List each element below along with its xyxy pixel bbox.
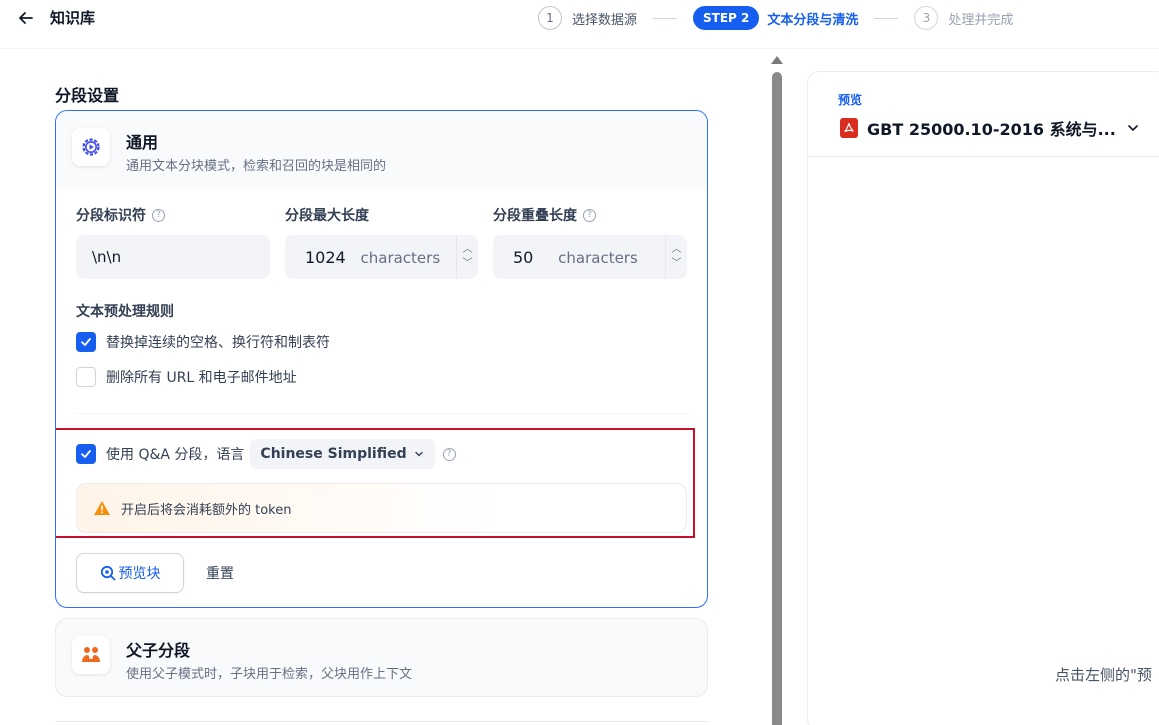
separator-label: 分段标识符 ? bbox=[76, 205, 165, 225]
document-name: GBT 25000.10-2016 系统与... bbox=[867, 120, 1116, 139]
page-title: 知识库 bbox=[50, 9, 96, 27]
max-length-label: 分段最大长度 bbox=[285, 205, 369, 225]
overlap-stepper[interactable]: ︿ ﹀ bbox=[665, 235, 687, 279]
section-divider bbox=[76, 413, 688, 414]
general-mode-card[interactable]: 通用 通用文本分块模式，检索和召回的块是相同的 分段标识符 ? \n\n 分段最… bbox=[55, 110, 708, 608]
pdf-icon bbox=[840, 118, 858, 138]
chevron-up-icon[interactable]: ︿ bbox=[463, 243, 473, 257]
parent-child-icon bbox=[82, 647, 100, 662]
max-length-label-text: 分段最大长度 bbox=[285, 208, 369, 224]
preview-hint: 点击左侧的"预 bbox=[1055, 666, 1152, 684]
preview-chunks-label: 预览块 bbox=[118, 566, 161, 582]
warning-icon bbox=[94, 501, 110, 515]
preview-header: 预览 GBT 25000.10-2016 系统与... bbox=[808, 72, 1159, 157]
step-connector bbox=[874, 17, 899, 19]
general-mode-header: 通用 通用文本分块模式，检索和召回的块是相同的 bbox=[56, 111, 707, 189]
help-icon[interactable]: ? bbox=[442, 447, 456, 461]
general-mode-description: 通用文本分块模式，检索和召回的块是相同的 bbox=[126, 159, 387, 174]
token-warning: 开启后将会消耗额外的 token bbox=[76, 483, 687, 533]
token-warning-text: 开启后将会消耗额外的 token bbox=[121, 502, 292, 518]
preview-label: 预览 bbox=[838, 93, 863, 107]
rule-replace-whitespace-label: 替换掉连续的空格、换行符和制表符 bbox=[106, 335, 330, 351]
scrollbar[interactable] bbox=[770, 52, 784, 725]
back-arrow-icon[interactable] bbox=[16, 8, 36, 28]
section-divider bbox=[55, 721, 708, 722]
parent-child-mode-title: 父子分段 bbox=[126, 641, 191, 660]
qa-checkbox[interactable] bbox=[76, 444, 96, 464]
stepper: 1 选择数据源 STEP 2 文本分段与清洗 3 处理并完成 bbox=[538, 5, 1013, 31]
overlap-label-text: 分段重叠长度 bbox=[493, 208, 577, 224]
overlap-value: 50 bbox=[513, 247, 534, 267]
chevron-down-icon[interactable]: ﹀ bbox=[463, 257, 473, 271]
overlap-label: 分段重叠长度 ? bbox=[493, 205, 596, 225]
max-length-value: 1024 bbox=[305, 247, 346, 267]
step-2-badge: STEP 2 bbox=[693, 6, 760, 30]
step-connector bbox=[653, 17, 678, 19]
max-length-stepper[interactable]: ︿ ﹀ bbox=[456, 235, 478, 279]
reset-button[interactable]: 重置 bbox=[206, 553, 234, 593]
help-icon[interactable]: ? bbox=[583, 208, 596, 222]
step-1-label: 选择数据源 bbox=[572, 12, 638, 28]
chevron-down-icon[interactable]: ﹀ bbox=[672, 257, 682, 271]
step-3-label: 处理并完成 bbox=[948, 12, 1014, 28]
check-icon bbox=[81, 338, 91, 346]
checkbox-checked[interactable] bbox=[76, 332, 96, 352]
scroll-up-arrow-icon[interactable] bbox=[771, 56, 783, 64]
general-mode-title: 通用 bbox=[126, 133, 159, 152]
separator-label-text: 分段标识符 bbox=[76, 208, 146, 224]
step-2-label: 文本分段与清洗 bbox=[767, 12, 859, 28]
step-3-number: 3 bbox=[914, 6, 939, 30]
preview-panel: 预览 GBT 25000.10-2016 系统与... 点击左侧的"预 bbox=[807, 71, 1159, 725]
document-select[interactable]: GBT 25000.10-2016 系统与... bbox=[840, 116, 1140, 140]
language-value: Chinese Simplified bbox=[260, 446, 407, 462]
preview-chunks-button[interactable]: 预览块 bbox=[76, 553, 184, 593]
top-bar: 知识库 1 选择数据源 STEP 2 文本分段与清洗 3 处理并完成 bbox=[0, 0, 1159, 38]
max-length-unit: characters bbox=[360, 248, 441, 267]
rule-remove-urls[interactable]: 删除所有 URL 和电子邮件地址 bbox=[76, 367, 297, 387]
preprocess-rules-title: 文本预处理规则 bbox=[76, 304, 174, 320]
chevron-down-icon bbox=[414, 451, 423, 457]
search-icon bbox=[100, 565, 115, 581]
rule-remove-urls-label: 删除所有 URL 和电子邮件地址 bbox=[106, 370, 297, 386]
segment-settings-title: 分段设置 bbox=[55, 86, 120, 105]
separator-input[interactable]: \n\n bbox=[76, 235, 270, 279]
overlap-unit: characters bbox=[558, 248, 638, 267]
gear-play-icon bbox=[82, 138, 100, 156]
qa-segment-row: 使用 Q&A 分段，语言 Chinese Simplified ? bbox=[76, 438, 456, 470]
step-1-number: 1 bbox=[538, 6, 562, 30]
scroll-thumb[interactable] bbox=[772, 72, 782, 725]
pdf-glyph-icon bbox=[844, 122, 854, 133]
parent-child-mode-icon bbox=[72, 636, 110, 674]
checkbox-unchecked[interactable] bbox=[76, 367, 96, 387]
qa-label: 使用 Q&A 分段，语言 bbox=[106, 447, 245, 463]
rule-replace-whitespace[interactable]: 替换掉连续的空格、换行符和制表符 bbox=[76, 332, 330, 352]
header-divider bbox=[0, 48, 1159, 49]
parent-child-mode-card[interactable]: 父子分段 使用父子模式时，子块用于检索，父块用作上下文 bbox=[55, 618, 708, 697]
general-mode-icon bbox=[72, 128, 110, 166]
parent-child-mode-description: 使用父子模式时，子块用于检索，父块用作上下文 bbox=[126, 667, 413, 682]
overlap-input[interactable]: 50 characters ︿ ﹀ bbox=[493, 235, 687, 279]
language-select[interactable]: Chinese Simplified bbox=[250, 439, 435, 469]
chevron-down-icon bbox=[1128, 125, 1138, 132]
separator-value: \n\n bbox=[92, 248, 122, 266]
help-icon[interactable]: ? bbox=[152, 208, 165, 222]
chevron-up-icon[interactable]: ︿ bbox=[672, 243, 682, 257]
max-length-input[interactable]: 1024 characters ︿ ﹀ bbox=[285, 235, 478, 279]
check-icon bbox=[81, 450, 91, 458]
